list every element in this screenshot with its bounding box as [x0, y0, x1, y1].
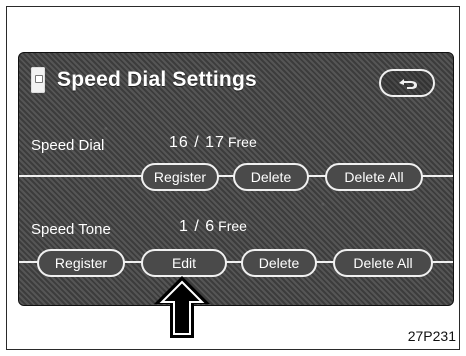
speed-dial-count: 16 / 17 Free [169, 134, 257, 152]
speed-dial-delete-button[interactable]: Delete [233, 163, 309, 191]
phone-icon [31, 67, 45, 93]
speed-dial-label: Speed Dial [31, 137, 105, 154]
speed-tone-delete-all-button[interactable]: Delete All [333, 249, 433, 277]
speed-dial-register-button[interactable]: Register [141, 163, 219, 191]
speed-tone-free-label: Free [218, 218, 247, 234]
speed-dial-count-value: 16 / 17 [169, 134, 225, 151]
speed-dial-screen: Speed Dial Settings Speed Dial 16 / 17 Fr… [18, 52, 454, 306]
speed-tone-count: 1 / 6 Free [179, 218, 247, 236]
speed-dial-delete-all-button[interactable]: Delete All [325, 163, 423, 191]
title-row: Speed Dial Settings [31, 65, 257, 95]
figure-caption: 27P231 [407, 328, 456, 344]
speed-tone-label: Speed Tone [31, 221, 111, 238]
speed-dial-free-label: Free [227, 134, 257, 150]
back-icon [399, 79, 417, 89]
back-button[interactable] [379, 69, 435, 97]
speed-tone-edit-button[interactable]: Edit [141, 249, 227, 277]
speed-tone-count-value: 1 / 6 [179, 218, 216, 235]
arrow-icon [154, 276, 210, 338]
speed-tone-register-button[interactable]: Register [37, 249, 125, 277]
page-title: Speed Dial Settings [57, 68, 257, 91]
speed-tone-delete-button[interactable]: Delete [241, 249, 317, 277]
